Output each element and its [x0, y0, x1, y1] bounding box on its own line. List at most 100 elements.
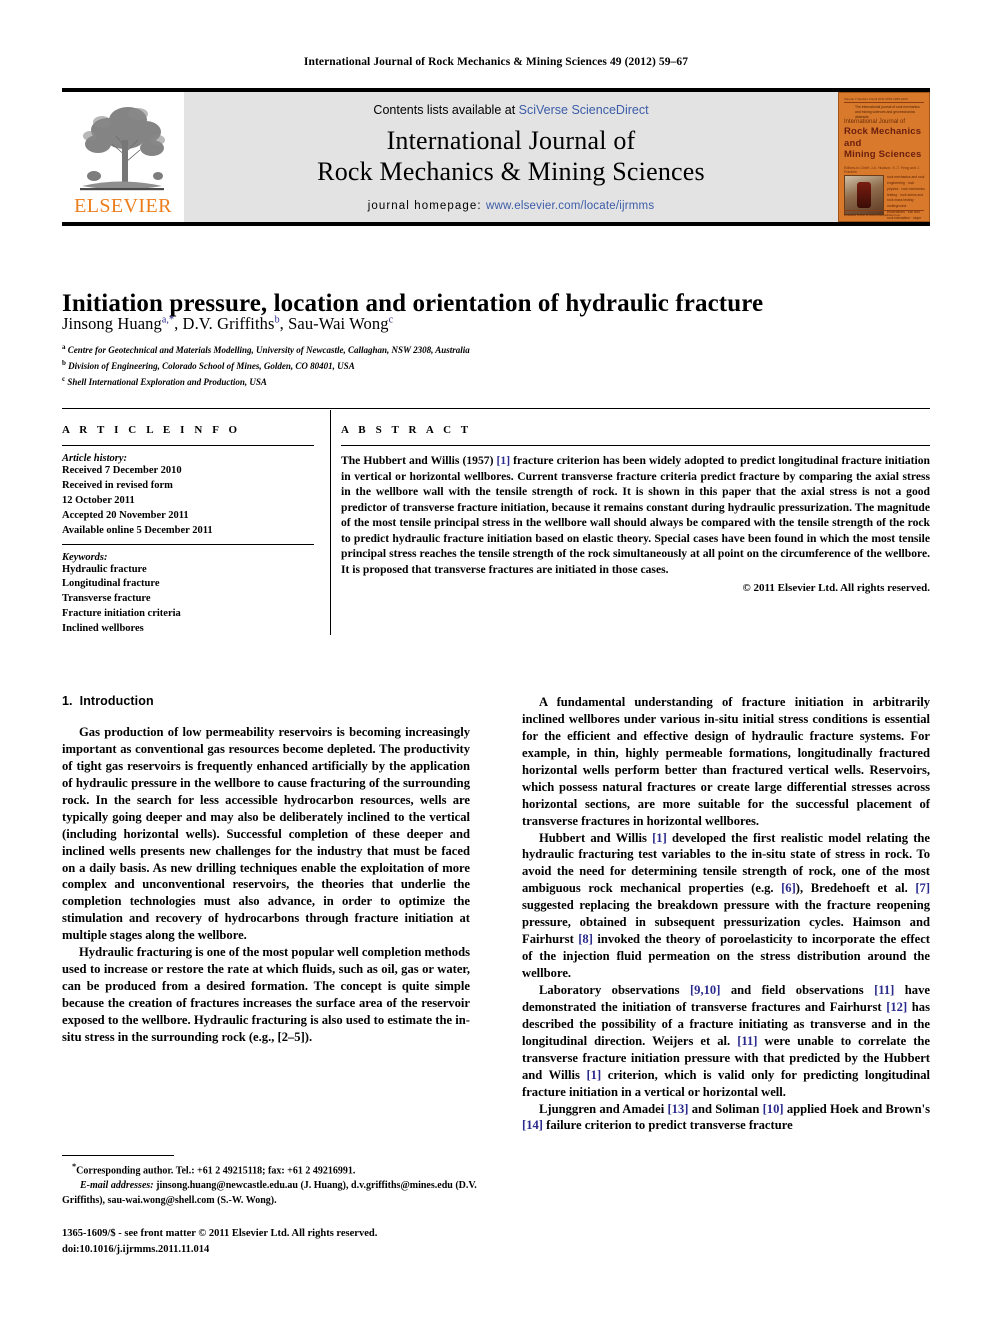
article-info-rule	[62, 445, 314, 446]
keywords-rule	[62, 543, 314, 545]
cover-kicker: International Journal of	[844, 119, 906, 125]
reference-link[interactable]: [12]	[886, 1000, 907, 1014]
keyword-item: Transverse fracture	[62, 593, 151, 605]
keywords-list: Hydraulic fracture Longitudinal fracture…	[62, 563, 314, 638]
reference-link[interactable]: [1]	[652, 831, 667, 845]
author-list: Jinsong Huanga,*, D.V. Griffithsb, Sau-W…	[62, 314, 394, 333]
reference-link[interactable]: [1]	[586, 1068, 601, 1082]
issn-copyright-line: 1365-1609/$ - see front matter © 2011 El…	[62, 1228, 378, 1239]
history-item: Available online 5 December 2011	[62, 524, 213, 536]
affiliation-mark: a	[62, 343, 66, 351]
cover-editors: Editors-in-Chief: J.A. Hudson, X.-T. Fen…	[844, 166, 920, 174]
corresponding-author-text: Corresponding author. Tel.: +61 2 492151…	[76, 1165, 356, 1177]
reference-link[interactable]: [10]	[763, 1102, 784, 1116]
elsevier-logo: ELSEVIER	[62, 92, 182, 222]
paragraph: Gas production of low permeability reser…	[62, 725, 470, 943]
section-number: 1.	[62, 694, 73, 708]
contents-available-line: Contents lists available at SciVerse Sci…	[184, 92, 838, 117]
keyword-item: Longitudinal fracture	[62, 578, 160, 590]
journal-masthead: ELSEVIER Contents lists available at Sci…	[62, 88, 930, 226]
text-run: and Soliman	[688, 1101, 763, 1116]
text-run: failure criterion to predict transverse …	[542, 1118, 793, 1133]
journal-cover-thumbnail: Volume 7 Number 3 April 2011 ISSN 1365-1…	[838, 92, 930, 222]
article-info-heading: A R T I C L E I N F O	[62, 424, 241, 436]
paragraph: Hubbert and Willis [1] developed the fir…	[522, 830, 930, 982]
affiliation-item: a Centre for Geotechnical and Materials …	[62, 342, 882, 358]
reference-link[interactable]: [7]	[915, 881, 930, 895]
cover-name-line-1: Rock Mechanics	[844, 126, 922, 137]
article-history-list: Received 7 December 2010 Received in rev…	[62, 464, 314, 539]
abstract-heading: A B S T R A C T	[341, 424, 472, 436]
footnote-rule	[62, 1155, 174, 1156]
history-item: 12 October 2011	[62, 494, 135, 506]
text-run: ), Bredehoeft et al.	[795, 881, 916, 896]
affiliation-item: c Shell International Exploration and Pr…	[62, 374, 882, 390]
journal-article-page: International Journal of Rock Mechanics …	[0, 0, 992, 1323]
history-item: Received in revised form	[62, 479, 173, 491]
cover-top-meta: Volume 7 Number 3 April 2011 ISSN 1365-1…	[844, 97, 924, 103]
affiliation-text: Centre for Geotechnical and Materials Mo…	[67, 345, 470, 355]
cover-footer: Available online at www.sciencedirect.co…	[844, 210, 924, 217]
abstract-part-1: The Hubbert and Willis (1957)	[341, 454, 497, 467]
homepage-label: journal homepage:	[367, 200, 482, 213]
text-run: Ljunggren and Amadei	[539, 1101, 668, 1116]
abstract-rule	[341, 445, 930, 446]
running-head: International Journal of Rock Mechanics …	[303, 56, 689, 68]
author-marks: c	[388, 314, 394, 326]
paragraph: Laboratory observations [9,10] and field…	[522, 982, 930, 1101]
affiliation-mark: b	[62, 358, 66, 367]
reference-link[interactable]: [6]	[781, 881, 796, 895]
article-info-column: A R T I C L E I N F O Article history: R…	[62, 424, 314, 637]
footnote-block: *Corresponding author. Tel.: +61 2 49215…	[62, 1161, 482, 1208]
doi-line[interactable]: doi:10.1016/j.ijrmms.2011.11.014	[62, 1242, 482, 1258]
reference-link[interactable]: [9,10]	[690, 983, 720, 997]
masthead-center-panel: Contents lists available at SciVerse Sci…	[184, 92, 838, 222]
elsevier-tree-icon	[80, 107, 165, 191]
keyword-item: Fracture initiation criteria	[62, 608, 181, 620]
author-marks: b	[274, 314, 280, 326]
reference-link[interactable]: [14]	[522, 1118, 543, 1132]
affiliation-text: Division of Engineering, Colorado School…	[68, 360, 355, 371]
email-addresses-note: E-mail addresses: jinsong.huang@newcastl…	[62, 1178, 482, 1208]
reference-link[interactable]: [11]	[737, 1034, 757, 1048]
affiliation-item: b Division of Engineering, Colorado Scho…	[62, 358, 882, 374]
reference-link[interactable]: [8]	[578, 932, 593, 946]
paragraph: Hydraulic fracturing is one of the most …	[62, 945, 470, 1044]
cover-name-line-2: and	[844, 137, 862, 149]
sciencedirect-link[interactable]: SciVerse ScienceDirect	[519, 103, 649, 117]
text-run: Laboratory observations	[539, 982, 690, 997]
cover-name-line-3: Mining Sciences	[844, 149, 922, 161]
info-band-top-rule	[62, 408, 930, 409]
author-name: D.V. Griffiths	[182, 314, 275, 333]
author-name: Sau-Wai Wong	[288, 314, 389, 333]
paragraph: Ljunggren and Amadei [13] and Soliman [1…	[522, 1101, 930, 1135]
keyword-item: Hydraulic fracture	[62, 563, 147, 575]
reference-link[interactable]: [11]	[874, 983, 894, 997]
journal-title-line-1: International Journal of	[386, 126, 636, 155]
homepage-url-link[interactable]: www.elsevier.com/locate/ijrmms	[486, 200, 654, 212]
section-title-text: Introduction	[79, 694, 154, 708]
author-name: Jinsong Huang	[62, 314, 162, 333]
reference-link[interactable]: [1]	[497, 454, 511, 467]
copyright-line: © 2011 Elsevier Ltd. All rights reserved…	[742, 581, 930, 594]
cover-journal-name: Rock Mechanics and Mining Sciences	[844, 126, 925, 161]
cover-photo	[844, 175, 884, 215]
article-history-label: Article history:	[62, 453, 128, 464]
email-label: E-mail addresses:	[80, 1180, 154, 1192]
abstract-part-2: fracture criterion has been widely adopt…	[341, 454, 930, 577]
text-run: and field observations	[720, 982, 875, 997]
journal-title: International Journal of Rock Mechanics …	[184, 126, 838, 187]
affiliation-text: Shell International Exploration and Prod…	[67, 376, 267, 387]
history-item: Accepted 20 November 2011	[62, 509, 189, 521]
info-abstract-divider	[330, 410, 331, 635]
affiliation-mark: c	[62, 374, 66, 383]
abstract-column: A B S T R A C T The Hubbert and Willis (…	[341, 424, 930, 594]
reference-link[interactable]: [13]	[667, 1102, 688, 1116]
imprint-block: 1365-1609/$ - see front matter © 2011 El…	[62, 1226, 482, 1258]
abstract-body: The Hubbert and Willis (1957) [1] fractu…	[341, 453, 930, 578]
author-marks: a,*	[161, 314, 175, 326]
paragraph: A fundamental understanding of fracture …	[522, 695, 930, 828]
keywords-label: Keywords:	[62, 551, 108, 563]
journal-homepage-line: journal homepage: www.elsevier.com/locat…	[184, 200, 838, 212]
text-run: Hubbert and Willis	[539, 830, 653, 845]
